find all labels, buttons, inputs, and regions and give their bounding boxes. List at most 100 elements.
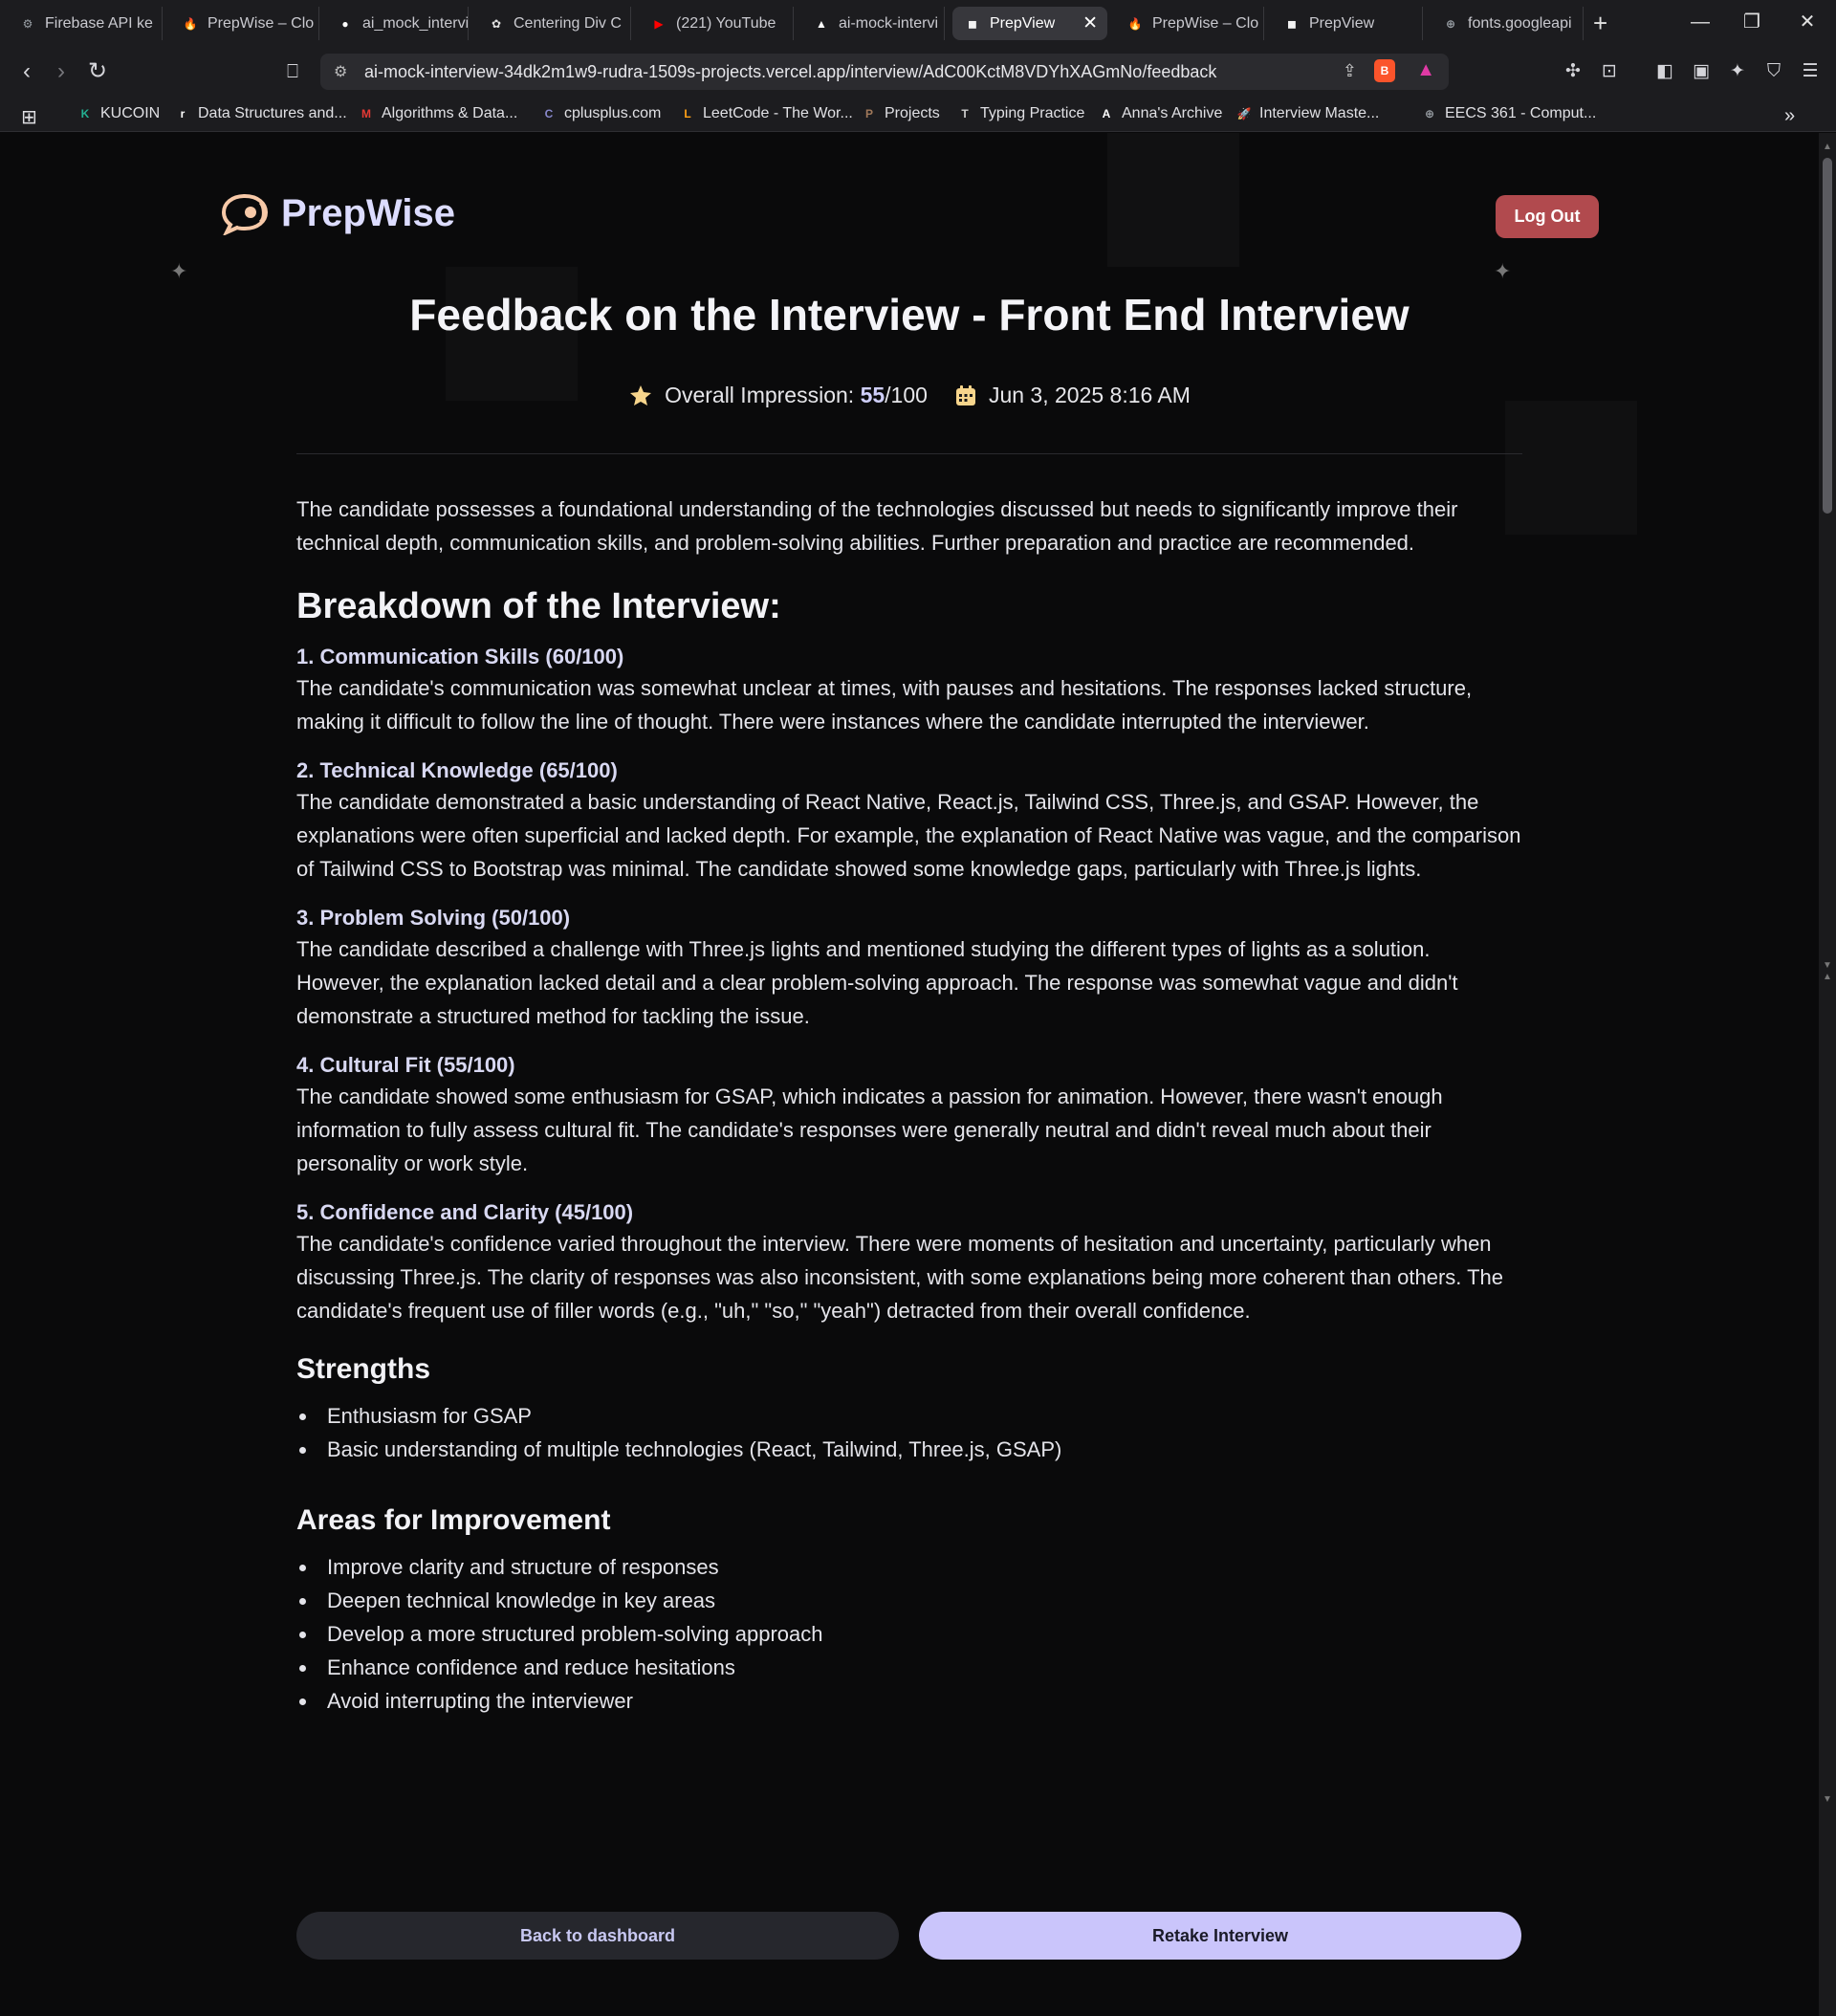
restore-icon[interactable]: ❐ [1733, 8, 1771, 36]
browser-tab[interactable]: 🔥 PrepWise – Clo [170, 7, 319, 40]
share-icon[interactable]: ⇪ [1343, 61, 1357, 81]
kucoin-icon: K [80, 107, 90, 121]
browser-tab[interactable]: ◼ PrepView [1272, 7, 1423, 40]
prepview-icon: ◼ [1287, 16, 1297, 31]
browser-tab-bar: ⚙ Firebase API ke 🔥 PrepWise – Clo ● ai_mock_… [0, 0, 1836, 47]
vpn-icon[interactable]: ⛉ [1761, 59, 1786, 84]
sidebar-icon[interactable]: ◧ [1652, 59, 1677, 84]
tab-label: PrepView [1309, 14, 1375, 32]
cplusplus-icon: C [544, 107, 554, 121]
extensions-icon[interactable]: ✣ [1561, 59, 1585, 84]
retake-interview-button[interactable]: Retake Interview [919, 1912, 1521, 1960]
tab-label: (221) YouTube [676, 14, 776, 32]
app-logo[interactable]: PrepWise [220, 191, 455, 235]
brave-shields-icon[interactable]: B [1374, 59, 1395, 82]
bookmark-label: Anna's Archive [1122, 105, 1223, 121]
scroll-up-icon[interactable]: ▲ [1822, 142, 1833, 152]
star-icon [630, 384, 652, 405]
category-title: 3. Problem Solving (50/100) [296, 906, 571, 930]
address-bar[interactable]: ⚙ ai-mock-interview-34dk2m1w9-rudra-1509… [320, 54, 1449, 90]
menu-icon[interactable]: ☰ [1798, 59, 1823, 84]
bookmark-item[interactable]: ⊕ EECS 361 - Comput... [1421, 105, 1596, 122]
bookmark-label: Algorithms & Data... [382, 105, 518, 121]
bookmark-item[interactable]: M Algorithms & Data... [358, 105, 517, 122]
bookmark-item[interactable]: L LeetCode - The Wor... [679, 105, 853, 122]
date-text: Jun 3, 2025 8:16 AM [988, 383, 1191, 407]
improvement-item: Deepen technical knowledge in key areas [296, 1584, 1522, 1617]
scrollbar-thumb[interactable] [1823, 158, 1832, 514]
logout-button[interactable]: Log Out [1496, 195, 1599, 238]
chat-bubble-logo-icon [221, 193, 269, 235]
back-to-dashboard-button[interactable]: Back to dashboard [296, 1912, 899, 1960]
improvement-item: Avoid interrupting the interviewer [296, 1684, 1522, 1718]
site-info-icon[interactable]: ⚙ [334, 62, 347, 81]
back-arrow-icon[interactable]: ‹ [13, 58, 40, 85]
browser-tab[interactable]: 🔥 PrepWise – Clo [1115, 7, 1264, 40]
tab-label: Centering Div C [514, 14, 622, 32]
breakdown-heading: Breakdown of the Interview: [296, 586, 781, 626]
bookmark-icon: M [361, 107, 371, 121]
browser-tab[interactable]: ◼ PrepView ✕ [952, 7, 1107, 40]
category-title: 4. Cultural Fit (55/100) [296, 1053, 515, 1077]
bookmark-page-icon[interactable]: ⎕ [279, 58, 306, 85]
bookmark-item[interactable]: T Typing Practice [956, 105, 1084, 122]
bookmark-label: cplusplus.com [564, 105, 662, 121]
bookmark-item[interactable]: K KUCOIN [76, 105, 161, 122]
url-text[interactable]: ai-mock-interview-34dk2m1w9-rudra-1509s-… [364, 62, 1216, 82]
bookmark-item[interactable]: A Anna's Archive [1098, 105, 1223, 122]
tab-label: PrepView [990, 14, 1056, 32]
apps-grid-icon[interactable]: ⊞ [21, 105, 37, 129]
chatgpt-icon: ✿ [491, 16, 502, 31]
tab-label: Firebase API ke [45, 14, 153, 32]
leo-ai-icon[interactable]: ✦ [1725, 59, 1750, 84]
prepview-icon: ◼ [968, 16, 977, 31]
browser-tab[interactable]: ✿ Centering Div C [476, 7, 631, 40]
bookmarks-bar: ⊞ K KUCOIN r Data Structures and... M Algorit… [0, 97, 1836, 132]
category-section: 2. Technical Knowledge (65/100) The candi… [296, 756, 1522, 886]
browser-tab[interactable]: ▲ ai-mock-intervi [801, 7, 945, 40]
browser-tab[interactable]: ▶ (221) YouTube [639, 7, 794, 40]
browser-tab[interactable]: ⚙ Firebase API ke [8, 7, 163, 40]
improvement-item: Enhance confidence and reduce hesitation… [296, 1651, 1522, 1684]
brave-rewards-icon[interactable]: ▲ [1416, 59, 1435, 81]
bookmark-item[interactable]: 🚀 Interview Maste... [1235, 105, 1380, 122]
bookmark-label: Data Structures and... [198, 105, 347, 121]
background-tile [1107, 133, 1239, 267]
bookmark-icon: r [180, 107, 186, 121]
impression-label: Overall Impression: [665, 383, 861, 407]
feedback-content: The candidate possesses a foundational u… [296, 493, 1522, 1718]
close-tab-icon[interactable]: ✕ [1082, 12, 1098, 34]
bookmark-item[interactable]: r Data Structures and... [174, 105, 347, 122]
bookmark-label: EECS 361 - Comput... [1445, 105, 1597, 121]
new-tab-button[interactable]: + [1593, 10, 1607, 36]
scroll-down-icon[interactable]: ▼ [1822, 1794, 1833, 1805]
minimize-icon[interactable]: — [1681, 8, 1719, 36]
strength-item: Basic understanding of multiple technolo… [296, 1433, 1522, 1466]
wallet-icon[interactable]: ▣ [1689, 59, 1714, 84]
strengths-list: Enthusiasm for GSAP Basic understanding o… [296, 1399, 1522, 1466]
bookmark-item[interactable]: Ccplusplus.com [540, 105, 662, 122]
browser-tab[interactable]: ● ai_mock_intervi [325, 7, 469, 40]
reload-icon[interactable]: ↻ [84, 58, 111, 85]
annas-archive-icon: A [1102, 107, 1111, 121]
browser-tab[interactable]: ⊕ fonts.googleapi [1431, 7, 1584, 40]
category-section: 5. Confidence and Clarity (45/100) The ca… [296, 1198, 1522, 1327]
github-icon: ● [341, 16, 349, 31]
tab-search-icon[interactable]: ⊡ [1597, 59, 1622, 84]
firebase-icon: 🔥 [183, 16, 198, 31]
typing-icon: T [961, 107, 969, 121]
category-list: 1. Communication Skills (60/100) The cand… [296, 643, 1522, 1327]
category-comment: The candidate's confidence varied throug… [296, 1232, 1504, 1323]
category-comment: The candidate demonstrated a basic under… [296, 790, 1521, 881]
category-title: 1. Communication Skills (60/100) [296, 645, 624, 668]
bookmark-item[interactable]: P Projects [861, 105, 940, 122]
forward-arrow-icon[interactable]: › [48, 58, 75, 85]
strength-item: Enthusiasm for GSAP [296, 1399, 1522, 1433]
interview-date: Jun 3, 2025 8:16 AM [954, 383, 1191, 408]
tab-label: PrepWise – Clo [1152, 14, 1259, 32]
divider [296, 453, 1522, 454]
close-window-icon[interactable]: ✕ [1788, 8, 1826, 36]
globe-icon: ⊕ [1445, 16, 1456, 31]
more-bookmarks-icon[interactable]: » [1784, 105, 1795, 127]
brand-name: PrepWise [281, 191, 455, 234]
